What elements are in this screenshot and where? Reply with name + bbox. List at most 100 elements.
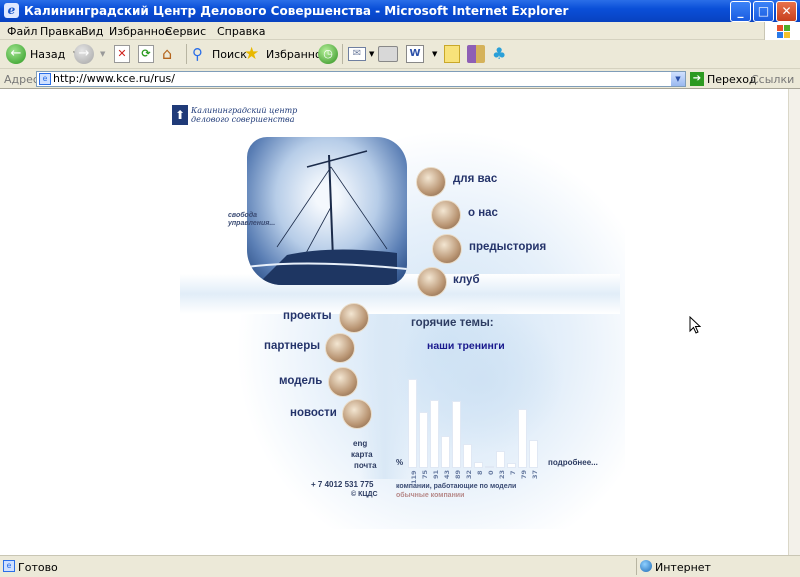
nav-news-thumbnail[interactable]	[342, 399, 372, 429]
nav-model-thumbnail[interactable]	[328, 367, 358, 397]
history-button[interactable]: ◷	[318, 43, 338, 65]
nav-club-thumbnail[interactable]	[417, 267, 447, 297]
chart-bar	[474, 461, 483, 468]
chart-tick-label: 37	[531, 469, 539, 479]
nav-about[interactable]: о нас	[468, 207, 498, 219]
chart-bar	[441, 435, 450, 468]
address-dropdown-icon[interactable]: ▼	[671, 72, 685, 86]
nav-news[interactable]: новости	[290, 407, 337, 419]
chart-tick-label: 32	[465, 469, 473, 479]
nav-for-you-thumbnail[interactable]	[416, 167, 446, 197]
search-label: Поиск	[212, 47, 247, 61]
print-button[interactable]	[378, 43, 398, 65]
word-edit-icon: W	[406, 45, 424, 63]
refresh-button[interactable]: ⟳	[138, 43, 154, 65]
maximize-button[interactable]: □	[753, 1, 774, 22]
page-status-icon: e	[3, 560, 15, 572]
chart-tick-label: 89	[454, 469, 462, 479]
notes-icon	[444, 45, 460, 63]
chart-tick-label: 79	[520, 469, 528, 479]
chart-bar	[419, 411, 428, 468]
chart-bar	[430, 399, 439, 468]
edit-dropdown-icon[interactable]: ▼	[432, 50, 437, 58]
legend-model-companies: компании, работающие по модели	[396, 483, 517, 490]
page-content: ⬆ Калининградский центр делового соверше…	[0, 89, 788, 555]
status-bar: e Готово Интернет	[0, 555, 800, 577]
back-arrow-icon: ←	[6, 44, 26, 64]
go-button[interactable]: ➔ Переход	[690, 71, 757, 87]
chart-tick-label: 91	[432, 469, 440, 479]
home-button[interactable]: ⌂	[162, 43, 182, 65]
toolbar-separator	[342, 44, 343, 64]
nav-partners[interactable]: партнеры	[264, 340, 320, 352]
address-bar: Адрес: e http://www.kce.ru/rus/ ▼ ➔ Пере…	[0, 69, 800, 89]
link-eng[interactable]: eng	[353, 439, 367, 448]
search-button[interactable]: ⚲ Поиск	[192, 43, 247, 65]
links-label[interactable]: Ссылки	[751, 73, 794, 86]
chart-more-link[interactable]: подробнее...	[548, 458, 598, 467]
chart-tick-label: 23	[498, 469, 506, 479]
close-button[interactable]: ✕	[776, 1, 797, 22]
menu-view[interactable]: Вид	[81, 25, 103, 38]
chart-bar	[485, 466, 494, 468]
back-button[interactable]: ← Назад ▼	[6, 43, 79, 65]
search-icon: ⚲	[192, 45, 203, 63]
chart-tick-label: 75	[421, 469, 429, 479]
nav-history[interactable]: предыстория	[469, 241, 546, 253]
favorites-button[interactable]: ★ Избранное	[244, 43, 328, 65]
site-logo-icon[interactable]: ⬆	[172, 105, 188, 125]
mail-button[interactable]: ✉ ▼	[348, 43, 374, 65]
comparison-chart: 119 75 91 43 89 32 8 0 23 7 79 37	[405, 374, 540, 484]
window-title: Калининградский Центр Делового Совершенс…	[24, 4, 569, 18]
menu-favorites[interactable]: Избранное	[109, 25, 171, 38]
link-mail[interactable]: почта	[354, 461, 377, 470]
nav-club[interactable]: клуб	[453, 274, 480, 286]
nav-projects-thumbnail[interactable]	[339, 303, 369, 333]
toolbar-separator	[186, 44, 187, 64]
chart-tick-label: 7	[509, 469, 517, 475]
forward-button[interactable]: → ▼	[74, 43, 105, 65]
nav-projects[interactable]: проекты	[283, 310, 332, 322]
menu-file[interactable]: Файл	[7, 25, 37, 38]
star-icon: ★	[244, 44, 260, 64]
nav-for-you[interactable]: для вас	[453, 173, 497, 185]
nav-about-thumbnail[interactable]	[431, 200, 461, 230]
chart-bar	[518, 408, 527, 468]
forward-arrow-icon: →	[74, 44, 94, 64]
copyright: © КЦДС	[351, 491, 378, 498]
menu-tools[interactable]: Сервис	[165, 25, 206, 38]
stop-button[interactable]: ✕	[114, 43, 130, 65]
messenger-button[interactable]: ♣	[492, 43, 512, 65]
edit-button[interactable]: W ▼	[406, 43, 437, 65]
nav-history-thumbnail[interactable]	[432, 234, 462, 264]
minimize-button[interactable]: _	[730, 1, 751, 22]
history-icon: ◷	[318, 44, 338, 64]
stop-icon: ✕	[114, 45, 130, 63]
vertical-scrollbar[interactable]	[788, 89, 800, 555]
address-url: http://www.kce.ru/rus/	[53, 72, 175, 85]
nav-partners-thumbnail[interactable]	[325, 333, 355, 363]
go-label: Переход	[707, 72, 757, 86]
chart-bar	[408, 378, 417, 468]
hot-topic-link[interactable]: наши тренинги	[427, 340, 505, 352]
chart-tick-label: 0	[487, 469, 495, 475]
menu-help[interactable]: Справка	[217, 25, 265, 38]
ie-logo-icon: e	[4, 3, 19, 18]
menu-edit[interactable]: Правка	[40, 25, 82, 38]
address-input[interactable]: e http://www.kce.ru/rus/ ▼	[36, 71, 686, 87]
chart-tick-label: 119	[410, 469, 418, 484]
mail-dropdown-icon[interactable]: ▼	[369, 50, 374, 58]
slogan-line-2: управления...	[228, 220, 276, 227]
logo-line-2: делового совершенства	[191, 115, 295, 124]
nav-model[interactable]: модель	[279, 375, 322, 387]
chart-bar	[452, 401, 461, 468]
forward-dropdown-icon[interactable]: ▼	[100, 50, 105, 58]
discuss-button[interactable]	[444, 43, 460, 65]
status-separator	[636, 558, 637, 575]
link-sitemap[interactable]: карта	[351, 450, 373, 459]
mail-icon: ✉	[348, 47, 366, 61]
research-button[interactable]	[467, 43, 485, 65]
messenger-icon: ♣	[492, 44, 507, 63]
contact-phone: + 7 4012 531 775	[311, 480, 374, 489]
page-icon: e	[39, 73, 51, 85]
